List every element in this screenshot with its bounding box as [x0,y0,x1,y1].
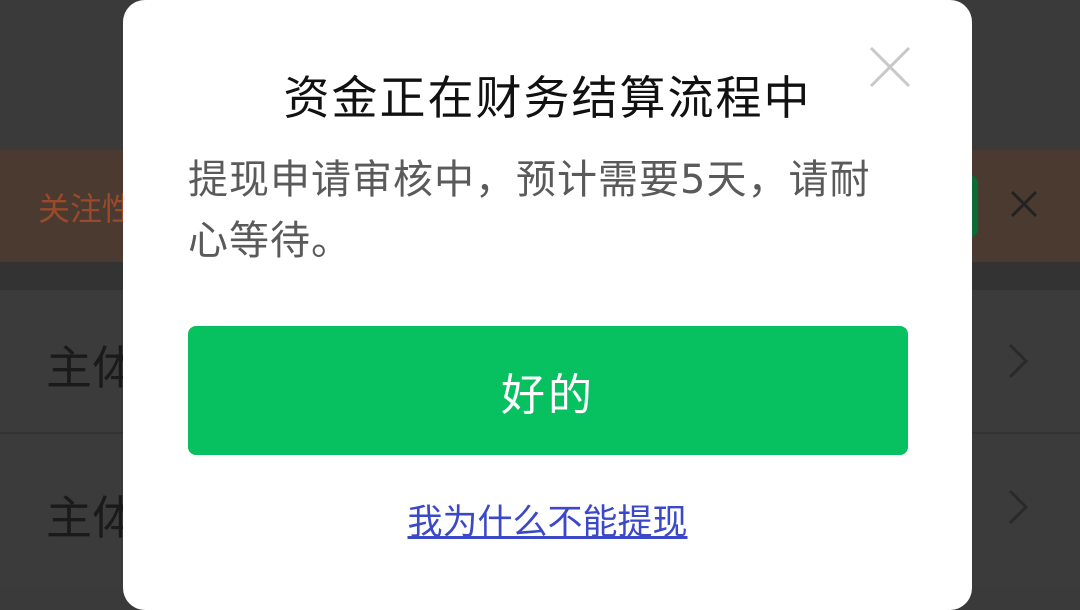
chevron-right-icon [1006,487,1030,527]
follow-banner-text: 关注性 [38,190,135,228]
banner-close-icon[interactable] [1004,184,1044,224]
withdrawal-status-dialog: 资金正在财务结算流程中 提现申请审核中，预计需要5天，请耐心等待。 好的 我为什… [123,0,972,610]
ok-button[interactable]: 好的 [188,326,908,455]
chevron-right-icon [1006,341,1030,381]
dialog-message: 提现申请审核中，预计需要5天，请耐心等待。 [188,157,871,264]
why-cannot-withdraw-link[interactable]: 我为什么不能提现 [123,494,972,545]
dialog-title: 资金正在财务结算流程中 [283,71,812,125]
